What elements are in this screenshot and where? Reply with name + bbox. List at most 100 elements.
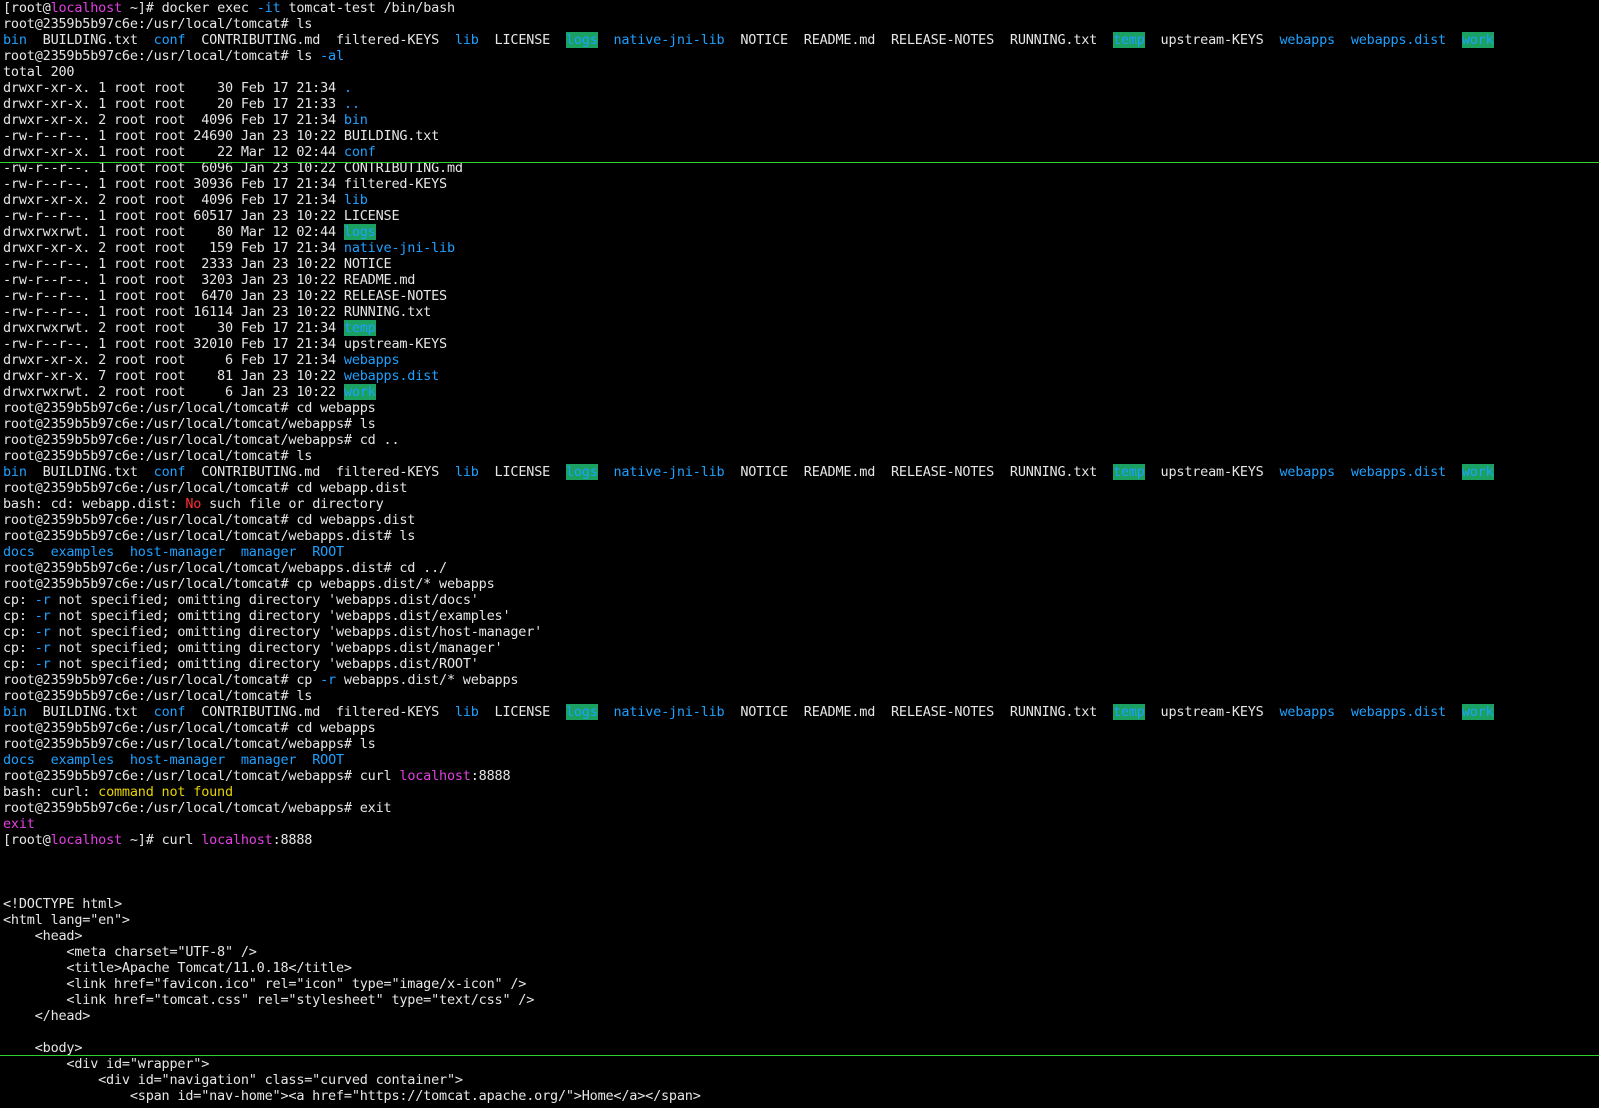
terminal-text-default: LICENSE bbox=[478, 704, 566, 720]
terminal-text-dir: . bbox=[343, 80, 352, 96]
terminal-line: exit bbox=[0, 816, 1599, 832]
terminal-text-dir: conf bbox=[343, 144, 376, 160]
terminal-text-default: root@2359b5b97c6e:/usr/local/tomcat# cd … bbox=[3, 400, 376, 416]
terminal-text-default: webapps.dist/* webapps bbox=[335, 672, 519, 688]
terminal-text-default: BUILDING.txt bbox=[26, 704, 154, 720]
terminal-text-dir: bin bbox=[3, 32, 27, 48]
terminal-text-default: -rw-r--r--. 1 root root 6470 Jan 23 10:2… bbox=[3, 288, 447, 304]
terminal-text-dir: conf bbox=[153, 32, 186, 48]
terminal-text-dir: lib bbox=[454, 704, 479, 720]
terminal-line: -rw-r--r--. 1 root root 60517 Jan 23 10:… bbox=[0, 208, 1599, 224]
terminal-line: <link href="tomcat.css" rel="stylesheet"… bbox=[0, 992, 1599, 1008]
terminal-line: <div id="navigation" class="curved conta… bbox=[0, 1072, 1599, 1088]
terminal-line: -rw-r--r--. 1 root root 24690 Jan 23 10:… bbox=[0, 128, 1599, 144]
terminal-text-yellow: command not found bbox=[98, 784, 233, 800]
terminal-line: docs examples host-manager manager ROOT bbox=[0, 752, 1599, 768]
terminal-text-default: cp: bbox=[3, 608, 35, 624]
terminal-line: root@2359b5b97c6e:/usr/local/tomcat# cd … bbox=[0, 480, 1599, 496]
terminal-line: drwxrwxrwt. 2 root root 30 Feb 17 21:34 … bbox=[0, 320, 1599, 336]
terminal-line: <span id="nav-home"><a href="https://tom… bbox=[0, 1088, 1599, 1104]
terminal-text-default: NOTICE README.md RELEASE-NOTES RUNNING.t… bbox=[724, 32, 1113, 48]
terminal-line: root@2359b5b97c6e:/usr/local/tomcat/weba… bbox=[0, 528, 1599, 544]
terminal-line: <!DOCTYPE html> bbox=[0, 896, 1599, 912]
terminal-text-exit: exit bbox=[3, 816, 35, 832]
terminal-line: <div id="wrapper"> bbox=[0, 1056, 1599, 1072]
terminal-line: root@2359b5b97c6e:/usr/local/tomcat# cp … bbox=[0, 576, 1599, 592]
terminal-text-default: NOTICE README.md RELEASE-NOTES RUNNING.t… bbox=[724, 464, 1113, 480]
terminal-window[interactable]: [root@localhost ~]# docker exec -it tomc… bbox=[0, 0, 1599, 1108]
terminal-text-default: drwxr-xr-x. 1 root root 30 Feb 17 21:34 bbox=[3, 80, 344, 96]
terminal-text-default: [root@ bbox=[3, 832, 51, 848]
terminal-text-default bbox=[1335, 464, 1351, 480]
terminal-text-opt: -r bbox=[34, 656, 51, 672]
terminal-line: </head> bbox=[0, 1008, 1599, 1024]
terminal-text-dir: docs bbox=[3, 544, 35, 560]
terminal-line: root@2359b5b97c6e:/usr/local/tomcat# cd … bbox=[0, 512, 1599, 528]
terminal-line: root@2359b5b97c6e:/usr/local/tomcat/weba… bbox=[0, 768, 1599, 784]
terminal-text-dir: manager bbox=[240, 544, 297, 560]
terminal-text-default: drwxrwxrwt. 1 root root 80 Mar 12 02:44 bbox=[3, 224, 344, 240]
terminal-text-default bbox=[1335, 704, 1351, 720]
terminal-line: root@2359b5b97c6e:/usr/local/tomcat# ls bbox=[0, 448, 1599, 464]
terminal-text-default bbox=[225, 544, 241, 560]
terminal-text-default: total 200 bbox=[3, 64, 75, 80]
terminal-line: drwxr-xr-x. 1 root root 30 Feb 17 21:34 … bbox=[0, 80, 1599, 96]
terminal-text-default: root@2359b5b97c6e:/usr/local/tomcat/weba… bbox=[3, 768, 400, 784]
terminal-text-dirbg: temp bbox=[1112, 704, 1145, 720]
terminal-line: -rw-r--r--. 1 root root 6470 Jan 23 10:2… bbox=[0, 288, 1599, 304]
terminal-text-default bbox=[225, 752, 241, 768]
terminal-text-dir: webapps.dist bbox=[343, 368, 440, 384]
terminal-text-default: root@2359b5b97c6e:/usr/local/tomcat# cp … bbox=[3, 576, 495, 592]
terminal-line: cp: -r not specified; omitting directory… bbox=[0, 592, 1599, 608]
terminal-text-dirbg: logs bbox=[343, 224, 376, 240]
terminal-text-default: CONTRIBUTING.md filtered-KEYS bbox=[185, 32, 455, 48]
terminal-text-default: LICENSE bbox=[478, 32, 566, 48]
terminal-text-host: localhost bbox=[201, 832, 273, 848]
terminal-text-default: upstream-KEYS bbox=[1144, 464, 1280, 480]
terminal-text-default: -rw-r--r--. 1 root root 60517 Jan 23 10:… bbox=[3, 208, 400, 224]
terminal-text-default bbox=[1446, 464, 1462, 480]
terminal-text-default: :8888 bbox=[272, 832, 313, 848]
terminal-text-opt: -r bbox=[320, 672, 336, 688]
terminal-text-dir: native-jni-lib bbox=[613, 464, 725, 480]
terminal-text-dir: webapps.dist bbox=[1350, 32, 1446, 48]
terminal-text-default: root@2359b5b97c6e:/usr/local/tomcat# ls bbox=[3, 48, 321, 64]
terminal-text-default: CONTRIBUTING.md filtered-KEYS bbox=[185, 704, 455, 720]
terminal-line: bin BUILDING.txt conf CONTRIBUTING.md fi… bbox=[0, 704, 1599, 720]
terminal-text-default: root@2359b5b97c6e:/usr/local/tomcat# ls bbox=[3, 448, 313, 464]
terminal-text-default: -rw-r--r--. 1 root root 3203 Jan 23 10:2… bbox=[3, 272, 416, 288]
terminal-text-default: root@2359b5b97c6e:/usr/local/tomcat/weba… bbox=[3, 560, 447, 576]
terminal-text-default: cp: bbox=[3, 656, 35, 672]
terminal-line: bin BUILDING.txt conf CONTRIBUTING.md fi… bbox=[0, 464, 1599, 480]
terminal-text-default: NOTICE README.md RELEASE-NOTES RUNNING.t… bbox=[724, 704, 1113, 720]
terminal-line: root@2359b5b97c6e:/usr/local/tomcat# ls bbox=[0, 16, 1599, 32]
terminal-text-opt: -r bbox=[34, 592, 51, 608]
terminal-text-default: -rw-r--r--. 1 root root 2333 Jan 23 10:2… bbox=[3, 256, 392, 272]
terminal-text-red: No bbox=[185, 496, 202, 512]
terminal-line: root@2359b5b97c6e:/usr/local/tomcat# cd … bbox=[0, 400, 1599, 416]
terminal-line: [root@localhost ~]# curl localhost:8888 bbox=[0, 832, 1599, 848]
terminal-text-default bbox=[598, 464, 614, 480]
terminal-text-default bbox=[114, 544, 130, 560]
terminal-line: drwxrwxrwt. 1 root root 80 Mar 12 02:44 … bbox=[0, 224, 1599, 240]
terminal-text-default: drwxr-xr-x. 1 root root 20 Feb 17 21:33 bbox=[3, 96, 344, 112]
terminal-text-dir: conf bbox=[153, 704, 186, 720]
terminal-text-dir: webapps.dist bbox=[1350, 704, 1446, 720]
terminal-text-default: root@2359b5b97c6e:/usr/local/tomcat/weba… bbox=[3, 416, 376, 432]
terminal-text-dir: lib bbox=[343, 192, 368, 208]
terminal-text-dirbg: work bbox=[1461, 32, 1494, 48]
terminal-line: root@2359b5b97c6e:/usr/local/tomcat/weba… bbox=[0, 560, 1599, 576]
terminal-text-dirbg: temp bbox=[343, 320, 376, 336]
terminal-text-default: <div id="wrapper"> bbox=[3, 1056, 210, 1072]
terminal-text-default bbox=[1335, 32, 1351, 48]
terminal-text-default: root@2359b5b97c6e:/usr/local/tomcat# ls bbox=[3, 688, 313, 704]
terminal-text-default: BUILDING.txt bbox=[26, 464, 154, 480]
terminal-text-default bbox=[1446, 32, 1462, 48]
terminal-text-dir: bin bbox=[3, 704, 27, 720]
terminal-text-default: not specified; omitting directory 'webap… bbox=[50, 592, 479, 608]
terminal-text-dir: bin bbox=[3, 464, 27, 480]
terminal-text-default bbox=[598, 32, 614, 48]
terminal-line: <link href="favicon.ico" rel="icon" type… bbox=[0, 976, 1599, 992]
terminal-text-dirbg: temp bbox=[1112, 32, 1145, 48]
